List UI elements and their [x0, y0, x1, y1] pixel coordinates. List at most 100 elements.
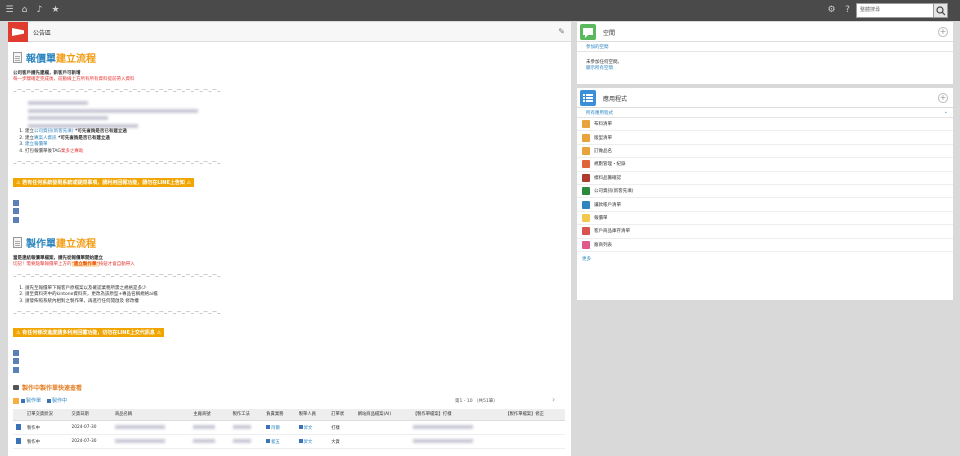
record-detail-icon[interactable]	[16, 424, 21, 431]
warning-text: 每一步驟確定完成後，前動線上方所有所有資料提前帶入資料	[13, 77, 135, 82]
table-row[interactable]: 製作中 2024-07-30 藍五 昇文 大貨	[13, 434, 565, 449]
add-space-button[interactable]: +	[938, 27, 948, 37]
app-item[interactable]: 客戶商品庫存清單	[577, 225, 953, 239]
app-item-label: 報價單	[594, 215, 608, 221]
user-icon	[266, 439, 271, 443]
contact-info-link[interactable]: 專案人資訊	[34, 136, 57, 141]
app-item[interactable]: 廠商列表	[577, 239, 953, 252]
column-header[interactable]: 【製作單檔案】打樣	[409, 408, 503, 421]
production-steps-list: 請先至報價單下報客戶原檔案以及確認業務所需之規格是多少 請至資料夾中的kinto…	[25, 286, 566, 306]
app-item-label: 規劃管理・紀錄	[594, 162, 626, 168]
bell-icon[interactable]: ♪	[34, 5, 45, 16]
space-panel: 空間 + 參加的空間 未參加任何空間。 顯示所有空間	[577, 22, 953, 84]
user-icon	[298, 439, 303, 443]
help-icon[interactable]: ?	[842, 5, 853, 16]
app-item[interactable]: 訂做品名	[577, 145, 953, 159]
star-icon[interactable]: ★	[50, 5, 61, 16]
bulletin-logo-icon	[8, 22, 28, 42]
show-all-spaces-link[interactable]: 顯示所有空間	[586, 66, 944, 72]
app-item[interactable]: 公司資訊(新客先填)	[577, 185, 953, 199]
app-icon	[21, 398, 25, 403]
attachment-icon[interactable]	[13, 366, 19, 373]
column-header[interactable]: 商品名稱	[111, 408, 191, 421]
bulletin-title: 公告區	[33, 30, 52, 37]
column-header[interactable]: 訂單交貨狀況	[24, 408, 69, 421]
more-apps-link[interactable]: 更多	[582, 257, 591, 262]
app-item-label: 布料清單	[594, 122, 612, 128]
column-header[interactable]: 負責業務	[263, 408, 296, 421]
bulletin-header: 公告區 ✎	[8, 22, 571, 42]
pagination-info: 第1 - 10 （共51筆）	[455, 398, 498, 404]
quicklist-heading: 製作中製作單快速查看	[13, 383, 566, 392]
top-navigation-bar: ☰ ⌂ ♪ ★ ⚙ ? 整體搜尋	[0, 0, 960, 21]
divider: ~⌒~⌒~⌒~⌒~⌒~⌒~⌒~⌒~⌒~⌒~⌒~⌒~⌒~⌒~⌒~⌒~⌒~⌒~⌒~⌒…	[13, 162, 222, 167]
create-quote-link[interactable]: 建立報價單	[25, 142, 48, 147]
add-app-button[interactable]: +	[938, 93, 948, 103]
user-icon	[266, 425, 271, 429]
app-item[interactable]: 規劃管理・紀錄	[577, 158, 953, 172]
apps-panel-header: 應用程式 +	[577, 88, 953, 108]
space-chat-icon	[580, 24, 596, 40]
quote-steps-list: 建立公司資訊(新客先填) *可先查詢是否已有建立過 建立專案人資訊 *可先查詢是…	[25, 129, 566, 155]
column-header[interactable]: 網站商品檔案(AI)	[354, 408, 410, 421]
search-button[interactable]	[934, 3, 948, 18]
app-item[interactable]: 樣料品籌確認	[577, 172, 953, 185]
production-flow-heading: 製作單 建立流程	[13, 235, 566, 250]
home-icon[interactable]: ⌂	[19, 5, 30, 16]
joined-spaces-tab[interactable]: 參加的空間	[577, 42, 953, 52]
app-item[interactable]: 版型清單	[577, 131, 953, 145]
inventory-icon	[582, 227, 590, 236]
production-app-link[interactable]: 製作單	[26, 397, 41, 404]
app-item-label: 訂做品名	[594, 148, 612, 154]
attachment-icon[interactable]	[13, 199, 19, 206]
app-item-label: 客戶商品庫存清單	[594, 229, 630, 235]
app-item[interactable]: 讓款帳戶清單	[577, 198, 953, 212]
list-item: 請發佈照系統內相對之製作單，再進行任何開啟及 修改權	[25, 299, 566, 306]
app-item-label: 版型清單	[594, 135, 612, 141]
document-icon	[13, 236, 22, 248]
attachment-icon[interactable]	[13, 358, 19, 364]
table-row[interactable]: 製作中 2024-07-30 阿爾 昇文 打樣	[13, 420, 565, 435]
next-page-arrow-icon[interactable]: ›	[552, 395, 555, 404]
column-header[interactable]: 製作工法	[229, 408, 264, 421]
column-header	[13, 408, 24, 421]
quote-icon	[582, 213, 590, 222]
all-apps-tab[interactable]: 所有應用程式 ⌄	[577, 108, 953, 118]
column-header[interactable]: 主廠商號	[190, 408, 230, 421]
company-icon	[582, 187, 590, 196]
apps-panel-title: 應用程式	[603, 96, 628, 103]
chevron-down-icon[interactable]: ⌄	[944, 109, 948, 115]
app-item[interactable]: 報價單	[577, 212, 953, 226]
app-list: 布料清單版型清單訂做品名規劃管理・紀錄 樣料品籌確認公司資訊(新客先填) 讓款帳戶清…	[577, 118, 953, 252]
attachment-icon[interactable]	[13, 349, 19, 356]
edit-icon[interactable]	[13, 397, 19, 404]
attachment-icon[interactable]	[13, 208, 19, 214]
column-header[interactable]: 【製作單檔案】修正	[502, 408, 565, 421]
record-detail-icon[interactable]	[16, 438, 21, 445]
app-item-label: 公司資訊(新客先填)	[594, 189, 634, 195]
app-item-label: 樣料品籌確認	[594, 175, 621, 181]
column-header[interactable]: 製單人員	[295, 408, 329, 421]
vendor-icon	[582, 240, 590, 249]
apps-list-icon	[580, 90, 596, 106]
quicklist-toolbar: 製作單 製作中 第1 - 10 （共51筆） ›	[13, 395, 566, 406]
gear-icon[interactable]: ⚙	[826, 5, 837, 16]
attachment-icon[interactable]	[13, 216, 19, 223]
menu-icon[interactable]: ☰	[4, 5, 15, 16]
app-item-label: 廠商列表	[594, 242, 612, 248]
column-header[interactable]: 交貨日期	[68, 408, 112, 421]
line-warning-banner: ⚠ 有任何修改進度請多利用回覆功能，切勿在LINE上交代訊息 ⚠	[13, 328, 165, 337]
app-item[interactable]: 布料清單	[577, 118, 953, 132]
in-production-view-link[interactable]: 製作中	[52, 397, 67, 404]
column-header[interactable]: 訂單狀	[328, 408, 355, 421]
space-panel-title: 空間	[603, 30, 616, 37]
list-view-icon	[13, 384, 19, 390]
divider: ~⌒~⌒~⌒~⌒~⌒~⌒~⌒~⌒~⌒~⌒~⌒~⌒~⌒~⌒~⌒~⌒~⌒~⌒~⌒~⌒…	[13, 312, 222, 317]
production-table: 訂單交貨狀況 交貨日期 商品名稱 主廠商號 製作工法 負責業務 製單人員 訂單狀…	[13, 408, 565, 449]
edit-pencil-icon[interactable]: ✎	[558, 27, 565, 36]
company-info-link[interactable]: 公司資訊(新客先填)	[34, 129, 74, 134]
bulletin-content: 報價單 建立流程 公司客戶請先建檔，新客戶可新增 每一步驟確定完成後，前動線上方所…	[8, 42, 571, 449]
document-icon	[13, 52, 22, 63]
blurred-content	[28, 101, 566, 129]
search-input[interactable]: 整體搜尋	[856, 3, 934, 18]
